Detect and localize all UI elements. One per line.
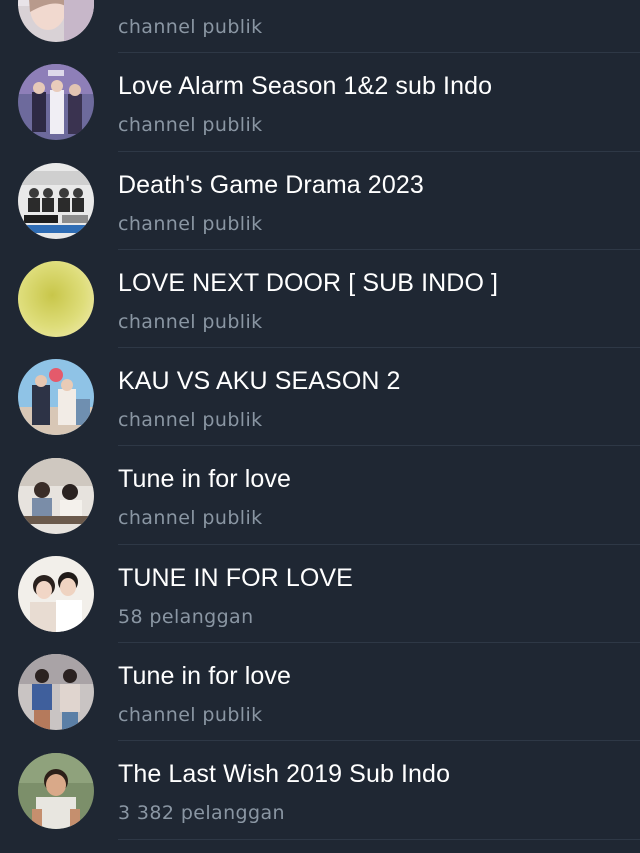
channel-title: LOVE NEXT DOOR [ SUB INDO ] — [118, 268, 499, 297]
channel-subtitle: 3 382 pelanggan — [118, 802, 285, 825]
channel-row[interactable]: Death's Game Drama 2023 channel publik — [0, 152, 640, 250]
divider — [118, 838, 640, 840]
channel-title: TUNE IN FOR LOVE — [118, 563, 353, 592]
channel-row[interactable]: TUNE IN FOR LOVE 58 pelanggan — [0, 545, 640, 644]
channel-list: channel publik Love Alarm Season 1&2 sub… — [0, 0, 640, 840]
channel-subtitle: channel publik — [118, 409, 263, 432]
channel-row[interactable]: Tune in for love channel publik — [0, 643, 640, 742]
channel-avatar — [18, 654, 94, 731]
channel-title: Love Alarm Season 1&2 sub Indo — [118, 72, 493, 101]
channel-subtitle: channel publik — [118, 704, 263, 727]
channel-subtitle: channel publik — [118, 310, 263, 333]
channel-row[interactable]: KAU VS AKU SEASON 2 channel publik — [0, 348, 640, 447]
channel-row[interactable]: channel publik — [0, 0, 640, 54]
channel-row[interactable]: Love Alarm Season 1&2 sub Indo channel p… — [0, 53, 640, 152]
channel-title: The Last Wish 2019 Sub Indo — [118, 760, 451, 789]
channel-subtitle: channel publik — [118, 114, 263, 137]
channel-title: Tune in for love — [118, 465, 291, 494]
channel-subtitle: 58 pelanggan — [118, 605, 254, 628]
channel-title: Death's Game Drama 2023 — [118, 170, 424, 199]
channel-row[interactable]: Tune in for love channel publik — [0, 446, 640, 545]
channel-title: Tune in for love — [118, 662, 291, 691]
channel-row[interactable]: The Last Wish 2019 Sub Indo 3 382 pelang… — [0, 741, 640, 840]
channel-subtitle: channel publik — [118, 212, 263, 235]
channel-avatar — [18, 0, 94, 43]
channel-avatar — [18, 457, 94, 534]
channel-avatar — [18, 359, 94, 436]
channel-subtitle: channel publik — [118, 507, 263, 530]
channel-subtitle: channel publik — [118, 16, 263, 38]
channel-avatar — [18, 555, 94, 632]
channel-avatar — [18, 162, 94, 239]
channel-row[interactable]: LOVE NEXT DOOR [ SUB INDO ] channel publ… — [0, 250, 640, 349]
channel-avatar — [18, 752, 94, 829]
channel-avatar — [18, 64, 94, 141]
channel-avatar — [18, 261, 94, 338]
channel-title: KAU VS AKU SEASON 2 — [118, 367, 401, 396]
